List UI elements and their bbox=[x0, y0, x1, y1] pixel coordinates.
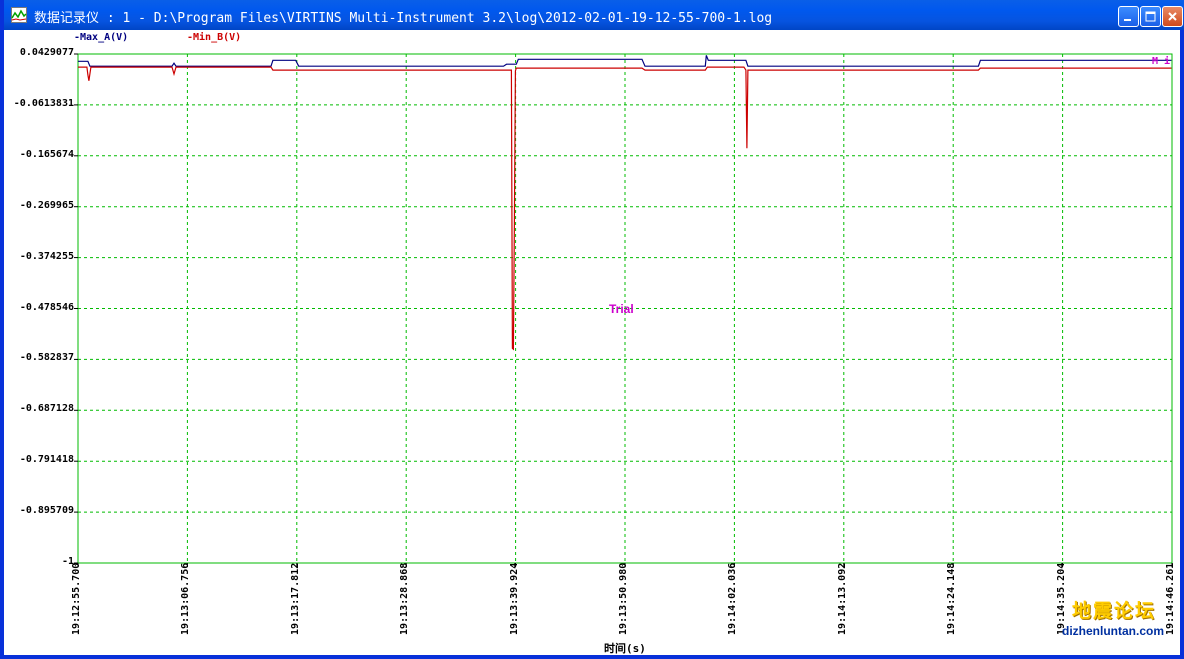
x-tick-label: 19:13:17.812 bbox=[289, 562, 301, 635]
y-tick-label: -0.687128 bbox=[19, 403, 74, 415]
x-tick-label: 19:13:06.756 bbox=[180, 562, 192, 635]
trial-watermark: Trial bbox=[609, 302, 634, 316]
y-tick-label: -1 bbox=[61, 556, 74, 567]
x-tick-label: 19:13:50.980 bbox=[618, 562, 629, 635]
x-tick-label: 19:13:28.868 bbox=[399, 562, 411, 635]
x-tick-label: 19:14:46.261 bbox=[1165, 562, 1176, 635]
x-tick-label: 19:12:55.700 bbox=[71, 562, 82, 635]
corner-marker: M i bbox=[1152, 56, 1171, 67]
x-tick-label: 19:14:24.148 bbox=[946, 562, 958, 635]
y-tick-label: -0.791418 bbox=[19, 454, 74, 466]
site-logo: 地震论坛 bbox=[1072, 600, 1157, 622]
y-tick-label: -0.895709 bbox=[19, 505, 74, 517]
y-tick-label: -0.374255 bbox=[19, 250, 74, 262]
y-tick-label: -0.0613831 bbox=[13, 97, 74, 109]
x-tick-label: 19:14:13.092 bbox=[836, 562, 848, 635]
data-logger-window: 数据记录仪 : 1 - D:\Program Files\VIRTINS Mul… bbox=[0, 0, 1184, 659]
y-tick-label: -0.582837 bbox=[19, 352, 74, 364]
x-tick-label: 19:13:39.924 bbox=[508, 562, 520, 635]
x-axis-label: 时间(s) bbox=[604, 642, 646, 655]
y-tick-label: -0.269965 bbox=[19, 199, 74, 211]
x-tick-label: 19:14:02.036 bbox=[727, 562, 739, 635]
site-url: dizhenluntan.com bbox=[1062, 624, 1164, 638]
y-tick-label: 0.0429077 bbox=[19, 47, 74, 58]
y-tick-label: -0.478546 bbox=[19, 301, 74, 313]
y-tick-label: -0.165674 bbox=[19, 148, 74, 160]
chart-plot bbox=[74, 53, 1173, 567]
